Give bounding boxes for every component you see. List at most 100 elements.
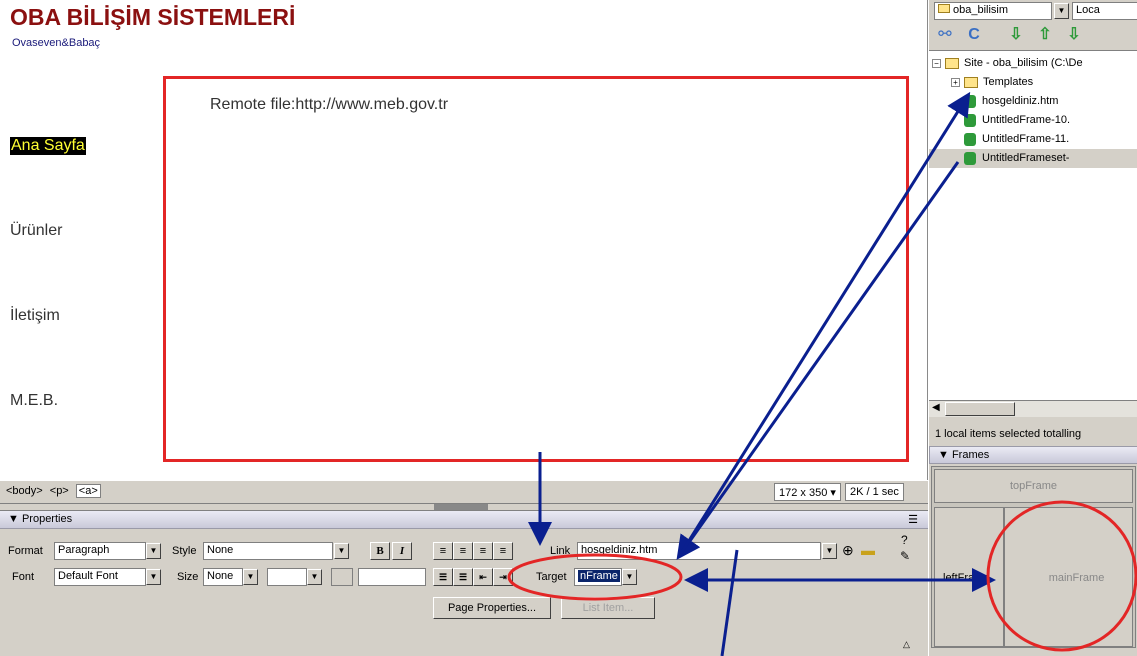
connect-icon[interactable]: ⚯ [933,24,957,46]
size-select[interactable]: None [203,568,243,586]
unordered-list-icon[interactable]: ☰ [433,568,453,586]
window-size-popup[interactable]: 172 x 350 ▾ [774,483,841,501]
page-properties-button[interactable]: Page Properties... [433,597,551,619]
properties-title-bar[interactable]: ▼ Properties ☰ [0,511,928,529]
tag-body[interactable]: <body> [6,485,43,497]
status-bar: <body> <p> <a> 172 x 350 ▾ 2K / 1 sec [0,480,928,504]
panel-options-icon[interactable]: ☰ [908,513,918,526]
collapse-arrow-icon: ▼ [8,513,22,525]
tree-label: UntitledFrameset- [982,152,1070,164]
top-frame[interactable]: topFrame [934,469,1133,503]
html-file-icon [964,151,976,165]
link-dropdown-arrow[interactable]: ▼ [822,543,837,559]
format-label: Format [8,545,43,557]
tree-row-templates[interactable]: + Templates [929,73,1137,92]
tree-row-file-selected[interactable]: UntitledFrameset- [929,149,1137,168]
scroll-thumb[interactable] [945,402,1015,416]
style-dropdown-arrow[interactable]: ▼ [334,543,349,559]
quick-tag-editor-icon[interactable]: ✎ [900,549,910,563]
site-subtitle: Ovaseven&Babaç [12,37,101,49]
nav-link-iletisim[interactable]: İletişim [10,307,60,325]
outdent-icon[interactable]: ⇤ [473,568,493,586]
size-units-select[interactable] [267,568,307,586]
collapse-icon[interactable]: − [932,58,941,68]
browse-folder-icon[interactable]: ▬ [861,542,875,558]
get-files-icon[interactable]: ⇩ [1004,24,1028,46]
style-select[interactable]: None [203,542,333,560]
nav-link-ana-sayfa[interactable]: Ana Sayfa [10,137,86,155]
tree-label: UntitledFrame-10. [982,114,1071,126]
link-input[interactable]: hosgeldiniz.htm [577,542,821,560]
site-dropdown-arrow[interactable]: ▼ [1054,3,1069,19]
indent-icon[interactable]: ⇥ [493,568,513,586]
properties-panel: ▼ Properties ☰ Format Paragraph ▼ Style N… [0,510,928,656]
tree-label: Site - oba_bilisim (C:\De [964,57,1083,69]
font-label: Font [12,571,35,583]
size-dropdown-arrow[interactable]: ▼ [243,569,258,585]
html-file-icon [964,94,976,108]
target-select[interactable]: nFrame [574,568,622,586]
site-folder-icon [938,4,950,13]
tag-a[interactable]: <a> [75,484,101,498]
nav-link-urunler[interactable]: Ürünler [10,222,62,240]
files-panel: oba_bilisim ▼ Loca ⚯ C ⇩ ⇧ ⇩ − Site - oba… [928,0,1137,656]
expand-panel-icon[interactable]: △ [903,639,910,650]
expand-icon[interactable]: + [951,77,960,87]
point-to-file-icon[interactable]: ⊕ [842,542,854,559]
tree-label: hosgeldiniz.htm [982,95,1059,107]
remote-file-text: Remote file:http://www.meb.gov.tr [210,96,449,113]
files-status-text: 1 local items selected totalling [935,428,1082,440]
target-label: Target [536,571,567,583]
refresh-icon[interactable]: C [962,24,986,46]
file-tree: − Site - oba_bilisim (C:\De + Templates ho… [929,50,1137,400]
style-label: Style [172,545,197,557]
format-dropdown-arrow[interactable]: ▼ [146,543,161,559]
dreamweaver-window: OBA BİLİŞİM SİSTEMLERİ Ovaseven&Babaç An… [0,0,1137,656]
font-select[interactable]: Default Font [54,568,146,586]
ordered-list-icon[interactable]: ☰ [453,568,473,586]
frames-title: Frames [951,449,990,461]
tree-row-file[interactable]: UntitledFrame-11. [929,130,1137,149]
format-select[interactable]: Paragraph [54,542,146,560]
check-out-icon[interactable]: ⇩ [1062,24,1086,46]
chevron-down-icon: ▾ [830,487,836,499]
left-frame[interactable]: leftFrame [934,507,1004,647]
align-center-icon[interactable]: ≡ [453,542,473,560]
download-time: 2K / 1 sec [845,483,904,501]
design-view[interactable]: OBA BİLİŞİM SİSTEMLERİ Ovaseven&Babaç An… [0,0,928,480]
put-files-icon[interactable]: ⇧ [1033,24,1057,46]
list-item-button[interactable]: List Item... [561,597,655,619]
tree-label: UntitledFrame-11. [982,133,1070,145]
main-frame[interactable]: mainFrame [1004,507,1133,647]
html-file-icon [964,113,976,127]
horizontal-scrollbar[interactable]: ◀ [929,400,1137,417]
nav-link-meb[interactable]: M.E.B. [10,392,58,410]
italic-button[interactable]: I [392,542,412,560]
window-size-value: 172 x 350 [779,487,828,499]
tag-selector: <body> <p> <a> [6,484,105,498]
main-frame-highlight [163,76,909,462]
frames-title-bar[interactable]: ▼ Frames [929,446,1137,464]
font-dropdown-arrow[interactable]: ▼ [146,569,161,585]
tree-row-file[interactable]: UntitledFrame-10. [929,111,1137,130]
tree-label: Templates [983,76,1034,88]
properties-title: Properties [21,513,73,525]
tag-p[interactable]: <p> [50,485,69,497]
link-label: Link [550,545,571,557]
tree-row-file[interactable]: hosgeldiniz.htm [929,92,1137,111]
site-combo[interactable]: oba_bilisim [934,2,1052,20]
html-file-icon [964,132,976,146]
help-icon[interactable]: ? [901,533,908,547]
scroll-left-icon[interactable]: ◀ [932,402,940,413]
text-color-swatch[interactable] [331,568,353,586]
size-label: Size [177,571,199,583]
align-right-icon[interactable]: ≡ [473,542,493,560]
bold-button[interactable]: B [370,542,390,560]
view-combo[interactable]: Loca [1072,2,1137,20]
align-justify-icon[interactable]: ≡ [493,542,513,560]
text-color-input[interactable] [358,568,426,586]
align-left-icon[interactable]: ≡ [433,542,453,560]
size-units-dropdown-arrow[interactable]: ▼ [307,569,322,585]
target-dropdown-arrow[interactable]: ▼ [622,569,637,585]
tree-row-site[interactable]: − Site - oba_bilisim (C:\De [929,54,1137,73]
